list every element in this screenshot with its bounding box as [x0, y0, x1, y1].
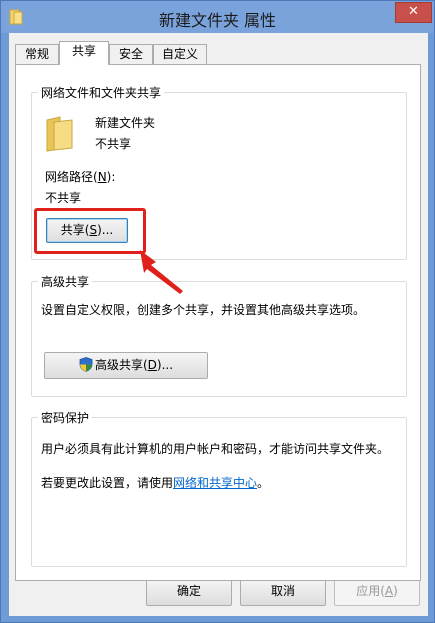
- password-protection-description: 用户必须具有此计算机的用户帐户和密码，才能访问共享文件夹。: [41, 442, 390, 456]
- uac-shield-icon: [79, 357, 93, 372]
- annotation-arrow: [140, 250, 183, 294]
- window-title: 新建文件夹 属性: [158, 11, 277, 30]
- password-protection-title: 密码保护: [38, 409, 93, 426]
- password-change-text: 若要更改此设置，请使用网络和共享中心。: [41, 476, 270, 490]
- tab-general[interactable]: 常规: [15, 44, 59, 65]
- folder-name: 新建文件夹: [95, 116, 156, 130]
- sharing-tab-panel: 网络文件和文件夹共享 新建文件夹 不共享 网络路径(N): 不共享 共享(S).…: [15, 64, 421, 581]
- share-button-highlight: [34, 208, 146, 254]
- cancel-button[interactable]: 取消: [240, 578, 326, 606]
- tab-sharing[interactable]: 共享: [59, 41, 109, 65]
- advanced-sharing-button[interactable]: 高级共享(D)...: [44, 352, 208, 379]
- password-protection-group: 密码保护 用户必须具有此计算机的用户帐户和密码，才能访问共享文件夹。 若要更改此…: [31, 409, 407, 567]
- network-sharing-title: 网络文件和文件夹共享: [38, 84, 165, 101]
- dialog-body: 常规 共享 安全 自定义 网络文件和文件夹共享 新建文件夹 不共享 网络路径(N…: [9, 33, 428, 616]
- ok-button[interactable]: 确定: [146, 578, 232, 606]
- apply-button[interactable]: 应用(A): [334, 578, 420, 606]
- tab-security[interactable]: 安全: [109, 44, 153, 65]
- network-path-value: 不共享: [45, 191, 82, 205]
- network-sharing-center-link[interactable]: 网络和共享中心: [173, 476, 257, 490]
- folder-icon: [46, 116, 73, 152]
- advanced-sharing-group: 高级共享 设置自定义权限，创建多个共享，并设置其他高级共享选项。 高级共享(D)…: [31, 273, 407, 397]
- network-path-label: 网络路径(N):: [45, 170, 116, 184]
- tab-customize[interactable]: 自定义: [153, 44, 207, 65]
- properties-window: 新建文件夹 属性 ✕ 常规 共享 安全 自定义 网络文件和文件夹共享 新建文件夹…: [0, 0, 435, 623]
- close-button[interactable]: ✕: [395, 2, 432, 23]
- advanced-sharing-title: 高级共享: [38, 273, 93, 290]
- folder-share-status: 不共享: [95, 137, 132, 151]
- advanced-sharing-description: 设置自定义权限，创建多个共享，并设置其他高级共享选项。: [41, 303, 366, 317]
- title-bar[interactable]: 新建文件夹 属性 ✕: [1, 1, 434, 33]
